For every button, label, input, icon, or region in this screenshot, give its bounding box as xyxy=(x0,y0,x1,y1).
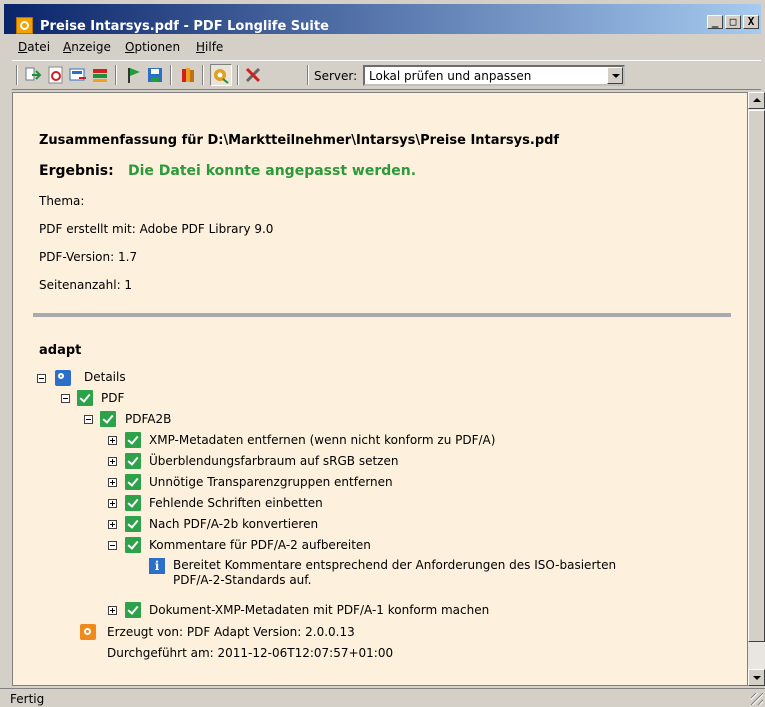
report-panel: Zusammenfassung für D:\Marktteilnehmer\I… xyxy=(12,92,748,686)
check-icon xyxy=(125,495,141,511)
check-icon xyxy=(125,474,141,490)
check-icon xyxy=(100,411,116,427)
menu-datei[interactable]: Datei xyxy=(18,40,50,54)
tree-node-pdfa2b[interactable]: PDFA2B xyxy=(125,412,171,426)
collapse-details-toggle[interactable] xyxy=(37,374,46,383)
info-pdf-version: PDF-Version: 1.7 xyxy=(39,250,138,264)
check-icon xyxy=(125,537,141,553)
produced-by: Erzeugt von: PDF Adapt Version: 2.0.0.13 xyxy=(107,625,355,639)
summary-title: Zusammenfassung für D:\Marktteilnehmer\I… xyxy=(39,133,560,148)
producer-icon xyxy=(80,624,96,640)
tree-node-pdf[interactable]: PDF xyxy=(101,391,124,405)
details-icon xyxy=(55,370,71,386)
minimize-button[interactable]: _ xyxy=(707,15,723,29)
expand-step-toggle[interactable] xyxy=(108,478,117,487)
info-icon: i xyxy=(149,558,165,574)
adapt-heading: adapt xyxy=(39,343,82,358)
info-creator: PDF erstellt mit: Adobe PDF Library 9.0 xyxy=(39,222,274,236)
app-logo-icon xyxy=(16,17,33,34)
toolbar-separator xyxy=(115,65,117,85)
toolbar-separator xyxy=(202,65,204,85)
app-window: Preise Intarsys.pdf - PDF Longlife Suite… xyxy=(0,0,765,707)
check-icon xyxy=(125,432,141,448)
import-icon[interactable] xyxy=(24,66,42,84)
result-label: Ergebnis: xyxy=(39,163,114,179)
export-icon[interactable] xyxy=(69,66,87,84)
expand-step-toggle[interactable] xyxy=(108,520,117,529)
expand-step-toggle[interactable] xyxy=(108,606,117,615)
collapse-pdfa2b-toggle[interactable] xyxy=(84,415,93,424)
expand-step-toggle[interactable] xyxy=(108,499,117,508)
resize-grip-icon[interactable] xyxy=(751,693,763,705)
pdf-open-icon[interactable] xyxy=(47,66,65,84)
vertical-scrollbar[interactable] xyxy=(748,92,765,686)
tree-node-step[interactable]: Dokument-XMP-Metadaten mit PDF/A-1 konfo… xyxy=(149,603,489,617)
tree-node-step[interactable]: XMP-Metadaten entfernen (wenn nicht konf… xyxy=(149,433,495,447)
flag-icon[interactable] xyxy=(124,66,142,84)
tree-node-step[interactable]: Fehlende Schriften einbetten xyxy=(149,496,323,510)
dropdown-arrow-icon[interactable] xyxy=(607,67,623,84)
title-bar[interactable]: Preise Intarsys.pdf - PDF Longlife Suite… xyxy=(4,4,761,34)
menu-hilfe[interactable]: Hilfe xyxy=(196,40,223,54)
scroll-down-icon[interactable] xyxy=(748,669,765,686)
tree-node-step[interactable]: Kommentare für PDF/A-2 aufbereiten xyxy=(149,538,371,552)
tree-node-details[interactable]: Details xyxy=(84,370,126,384)
settings-icon[interactable] xyxy=(210,64,232,86)
result-value: Die Datei konnte angepasst werden. xyxy=(128,163,417,179)
check-icon xyxy=(125,602,141,618)
scroll-up-icon[interactable] xyxy=(748,92,765,109)
toolbar: Server: Lokal prüfen und anpassen xyxy=(12,60,761,90)
info-thema: Thema: xyxy=(39,194,85,208)
info-text-line: Bereitet Kommentare entsprechend der Anf… xyxy=(173,558,617,572)
tools-icon[interactable] xyxy=(244,66,262,84)
menu-anzeige[interactable]: Anzeige xyxy=(63,40,111,54)
info-page-count: Seitenanzahl: 1 xyxy=(39,278,133,292)
close-button[interactable]: X xyxy=(743,15,759,29)
menu-optionen[interactable]: Optionen xyxy=(125,40,180,54)
toolbar-separator xyxy=(237,65,239,85)
scroll-thumb[interactable] xyxy=(748,110,765,642)
collapse-pdf-toggle[interactable] xyxy=(61,394,70,403)
executed-at: Durchgeführt am: 2011-12-06T12:07:57+01:… xyxy=(107,646,394,660)
tree-node-step[interactable]: Unnötige Transparenzgruppen entfernen xyxy=(149,475,393,489)
check-icon xyxy=(125,453,141,469)
status-text: Fertig xyxy=(10,692,45,706)
tree-node-step[interactable]: Nach PDF/A-2b konvertieren xyxy=(149,517,318,531)
expand-step-toggle[interactable] xyxy=(108,436,117,445)
collapse-step-toggle[interactable] xyxy=(108,541,117,550)
window-title: Preise Intarsys.pdf - PDF Longlife Suite xyxy=(40,19,329,34)
tree-node-step[interactable]: Überblendungsfarbraum auf sRGB setzen xyxy=(149,454,398,468)
check-icon xyxy=(125,516,141,532)
toolbar-separator xyxy=(170,65,172,85)
server-select[interactable]: Lokal prüfen und anpassen xyxy=(363,65,625,86)
status-bar: Fertig xyxy=(0,688,765,707)
check-icon xyxy=(77,390,93,406)
section-divider xyxy=(33,313,731,317)
expand-step-toggle[interactable] xyxy=(108,457,117,466)
toolbar-separator xyxy=(307,65,309,85)
toolbar-separator xyxy=(16,65,18,85)
convert-icon[interactable] xyxy=(91,66,109,84)
maximize-button[interactable]: □ xyxy=(725,15,741,29)
server-label: Server: xyxy=(314,69,358,83)
info-text-line: PDF/A-2-Standards auf. xyxy=(173,573,312,587)
books-icon[interactable] xyxy=(179,66,197,84)
server-select-value: Lokal prüfen und anpassen xyxy=(369,69,532,83)
save-icon[interactable] xyxy=(146,66,164,84)
